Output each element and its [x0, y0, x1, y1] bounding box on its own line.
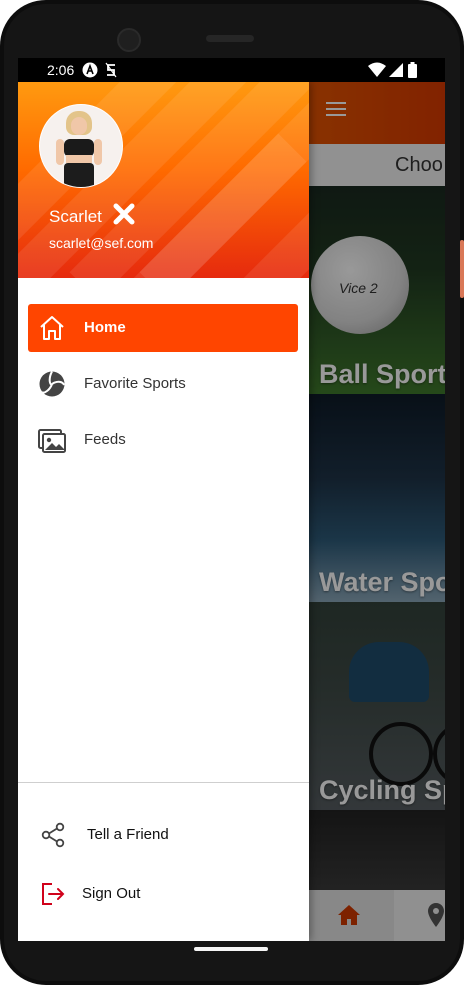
- close-icon[interactable]: [113, 203, 135, 225]
- sync-s-icon: [105, 62, 117, 78]
- earpiece-speaker: [206, 35, 254, 42]
- cellular-icon: [389, 63, 403, 77]
- main-app-screen: Choo Vice 2 Ball Sport Water Spo Cycling…: [18, 82, 445, 941]
- menu-item-favorite-sports[interactable]: Favorite Sports: [28, 360, 298, 408]
- sign-out-label: Sign Out: [82, 885, 141, 902]
- tell-a-friend-button[interactable]: Tell a Friend: [36, 814, 296, 854]
- user-name: Scarlet: [49, 207, 102, 226]
- home-indicator[interactable]: [194, 947, 268, 951]
- sign-out-button[interactable]: Sign Out: [36, 873, 296, 913]
- menu-item-label: Home: [84, 319, 126, 336]
- share-icon: [41, 822, 65, 848]
- drawer-divider: [18, 782, 309, 783]
- status-bar: 2:06: [18, 58, 445, 82]
- menu-item-feeds[interactable]: Feeds: [28, 416, 298, 464]
- status-time: 2:06: [47, 62, 75, 78]
- volleyball-icon: [39, 371, 65, 397]
- sign-out-icon: [42, 883, 65, 905]
- home-icon: [40, 316, 64, 340]
- avatar[interactable]: [39, 104, 123, 188]
- tell-a-friend-label: Tell a Friend: [87, 826, 169, 843]
- wifi-icon: [368, 62, 386, 77]
- drawer-header: Scarlet scarlet@sef.com: [18, 82, 309, 278]
- battery-icon: [408, 62, 417, 78]
- front-camera: [117, 28, 141, 52]
- menu-item-label: Favorite Sports: [84, 375, 186, 392]
- images-icon: [38, 429, 66, 453]
- user-email: scarlet@sef.com: [49, 235, 154, 251]
- menu-item-label: Feeds: [84, 431, 126, 448]
- navigation-drawer: Scarlet scarlet@sef.com Home Favorite Sp…: [18, 82, 309, 941]
- menu-item-home[interactable]: Home: [28, 304, 298, 352]
- phone-frame: 2:06 Choo Vice 2 Ball Sport Water Spo Cy…: [0, 0, 464, 985]
- notification-a-icon: [82, 62, 98, 78]
- screen: 2:06 Choo Vice 2 Ball Sport Water Spo Cy…: [18, 58, 445, 941]
- power-button: [460, 240, 464, 298]
